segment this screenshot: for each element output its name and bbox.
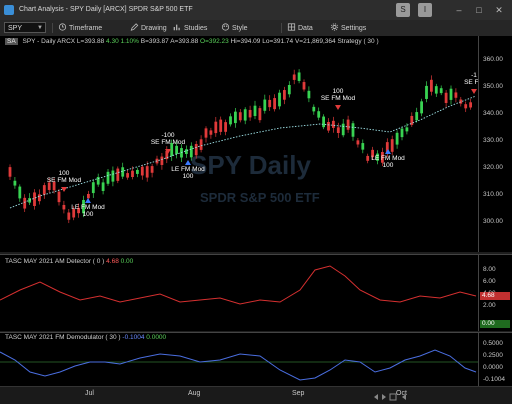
pencil-icon xyxy=(130,23,139,31)
date-tick-label: Aug xyxy=(188,390,201,397)
annotation-line1: 100 xyxy=(59,170,70,177)
palette-icon xyxy=(221,23,230,31)
annotation-line1: -1 xyxy=(471,72,477,79)
clock-icon xyxy=(58,23,67,31)
sell-arrow-icon xyxy=(471,89,477,94)
annotation-line1: LE FM Mod xyxy=(371,155,405,162)
buy-arrow-icon xyxy=(85,198,91,203)
am-current-badge: 4.68 xyxy=(480,292,510,300)
price-tick-label: 310.00 xyxy=(483,191,503,198)
price-tick-label: 360.00 xyxy=(483,56,503,63)
window-title: Chart Analysis - SPY Daily [ARCX] SPDR S… xyxy=(19,6,193,13)
annotation-line2: SE FM Mod xyxy=(321,95,356,102)
am-detector-line xyxy=(0,265,477,305)
am-tick-label: 8.00 xyxy=(483,266,496,273)
toolbar: SPY ▼ Timeframe Drawing Studies Style Da… xyxy=(0,20,512,37)
annotation-line2: 100 xyxy=(383,162,394,169)
price-tick-label: 350.00 xyxy=(483,83,503,90)
price-tick-label: 340.00 xyxy=(483,110,503,117)
link-s-button[interactable]: S xyxy=(396,3,410,17)
fm-tick-label: 0.2500 xyxy=(483,352,503,359)
gear-icon xyxy=(330,23,339,31)
annotation-line2: SE FM xyxy=(464,79,478,86)
settings-button[interactable]: Settings xyxy=(330,23,366,33)
studies-icon xyxy=(173,24,180,31)
sell-arrow-icon xyxy=(335,105,341,110)
maximize-button[interactable]: □ xyxy=(472,3,486,17)
style-label: Style xyxy=(232,25,248,32)
annotation-line1: LE FM Mod xyxy=(171,166,205,173)
chevron-down-icon: ▼ xyxy=(37,25,43,31)
price-tick-label: 320.00 xyxy=(483,164,503,171)
symbol-value: SPY xyxy=(8,25,23,32)
settings-label: Settings xyxy=(341,25,367,32)
grid-icon xyxy=(287,23,296,31)
minimize-button[interactable]: – xyxy=(452,3,466,17)
fm-demodulator-line xyxy=(0,349,477,381)
date-tick-label: Jul xyxy=(85,390,94,397)
price-chart[interactable]: SPY Daily SPDR S&P 500 ETF 100SE FM ModL… xyxy=(0,36,478,252)
am-zero-badge: 0.00 xyxy=(480,320,510,328)
date-tick-label: Sep xyxy=(292,390,305,397)
annotation-line1: -100 xyxy=(161,132,174,139)
fm-tick-label: 0.5000 xyxy=(483,340,503,347)
toolbar-divider xyxy=(281,23,282,33)
annotation-line2: 100 xyxy=(83,211,94,218)
am-tick-label: 6.00 xyxy=(483,278,496,285)
annotation-line2: 100 xyxy=(183,173,194,180)
watermark-symbol: SPY Daily xyxy=(190,150,311,180)
link-i-button[interactable]: I xyxy=(418,3,432,17)
am-tick-label: 2.00 xyxy=(483,302,496,309)
style-button[interactable]: Style xyxy=(221,23,248,33)
studies-button[interactable]: Studies xyxy=(173,23,207,33)
toolbar-divider xyxy=(52,23,53,33)
annotation-line1: LE FM Mod xyxy=(71,204,105,211)
timeframe-label: Timeframe xyxy=(69,25,103,32)
symbol-input[interactable]: SPY ▼ xyxy=(4,22,46,33)
title-bar: Chart Analysis - SPY Daily [ARCX] SPDR S… xyxy=(0,0,512,21)
data-button[interactable]: Data xyxy=(287,23,313,33)
fm-tick-label: -0.1004 xyxy=(483,376,506,383)
close-button[interactable]: ✕ xyxy=(492,3,506,17)
date-axis[interactable] xyxy=(0,386,512,404)
am-detector-chart xyxy=(0,265,477,305)
drawing-button[interactable]: Drawing xyxy=(130,23,167,33)
price-tick-label: 330.00 xyxy=(483,137,503,144)
drawing-label: Drawing xyxy=(141,25,167,32)
fm-demodulator-chart xyxy=(0,349,478,381)
app-icon xyxy=(4,5,14,15)
watermark-description: SPDR S&P 500 ETF xyxy=(200,190,320,205)
data-label: Data xyxy=(298,25,313,32)
scroll-arrows-icon[interactable] xyxy=(372,392,412,402)
studies-label: Studies xyxy=(184,25,208,32)
timeframe-button[interactable]: Timeframe xyxy=(58,23,102,33)
annotation-line1: 100 xyxy=(333,88,344,95)
annotation-line2: SE FM Mod xyxy=(151,139,186,146)
fm-tick-label: 0.0000 xyxy=(483,364,503,371)
price-tick-label: 300.00 xyxy=(483,218,503,225)
annotation-line2: SE FM Mod xyxy=(47,177,82,184)
